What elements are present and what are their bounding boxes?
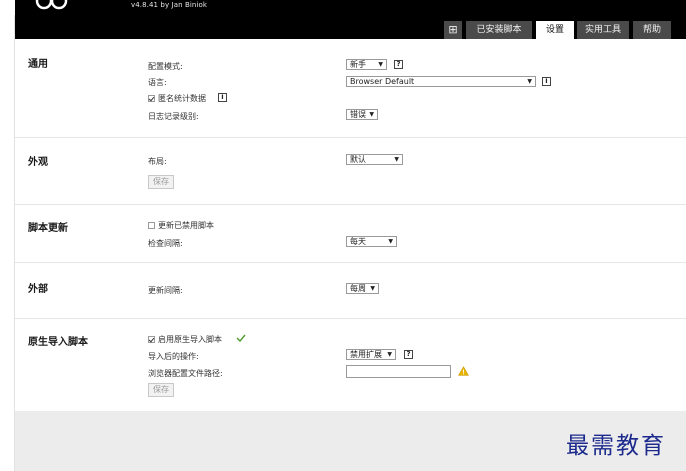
tab-bar: ⊞ 已安装脚本 设置 实用工具 帮助 bbox=[15, 15, 686, 39]
config-mode-label: 配置模式: bbox=[148, 62, 183, 71]
tampermonkey-logo-icon bbox=[35, 0, 68, 10]
after-import-select[interactable]: 禁用扩展 ▼ bbox=[346, 349, 396, 360]
checkmark-icon bbox=[236, 334, 246, 342]
tab-installed-scripts[interactable]: 已安装脚本 bbox=[466, 21, 532, 39]
tab-settings[interactable]: 设置 bbox=[536, 21, 574, 39]
update-disabled-checkbox[interactable] bbox=[148, 222, 155, 229]
profile-path-label: 浏览器配置文件路径: bbox=[148, 369, 223, 378]
language-select[interactable]: Browser Default ▼ bbox=[346, 76, 536, 87]
enable-native-import-checkbox-row[interactable]: 启用原生导入脚本 bbox=[148, 334, 222, 345]
anon-stats-label: 匿名统计数据 bbox=[158, 94, 206, 103]
help-icon[interactable]: ? bbox=[394, 60, 403, 69]
after-import-value: 禁用扩展 bbox=[350, 350, 382, 359]
enable-native-import-checkbox[interactable] bbox=[148, 336, 155, 343]
language-label: 语言: bbox=[148, 78, 167, 87]
chevron-down-icon: ▼ bbox=[394, 156, 399, 163]
section-divider bbox=[15, 137, 686, 138]
info-icon[interactable]: i bbox=[542, 77, 551, 86]
config-mode-select[interactable]: 新手 ▼ bbox=[346, 59, 387, 70]
enable-native-import-label: 启用原生导入脚本 bbox=[158, 335, 222, 344]
section-title-script-update: 脚本更新 bbox=[28, 223, 68, 234]
chevron-down-icon: ▼ bbox=[378, 61, 383, 68]
check-interval-value: 每天 bbox=[350, 237, 366, 246]
profile-path-input[interactable] bbox=[346, 365, 451, 378]
section-title-external: 外部 bbox=[28, 284, 48, 295]
section-divider bbox=[15, 262, 686, 263]
layout-value: 默认 bbox=[350, 155, 366, 164]
update-disabled-checkbox-row[interactable]: 更新已禁用脚本 bbox=[148, 220, 214, 231]
language-value: Browser Default bbox=[350, 77, 415, 86]
info-icon[interactable]: i bbox=[218, 93, 227, 102]
left-border bbox=[14, 15, 15, 471]
update-interval-label: 更新间隔: bbox=[148, 286, 183, 295]
anon-stats-checkbox[interactable] bbox=[148, 95, 155, 102]
config-mode-value: 新手 bbox=[350, 60, 366, 69]
check-interval-select[interactable]: 每天 ▼ bbox=[346, 236, 397, 247]
add-script-icon: ⊞ bbox=[448, 23, 458, 36]
chevron-down-icon: ▼ bbox=[369, 111, 374, 118]
section-divider bbox=[15, 318, 686, 319]
after-import-label: 导入后的操作: bbox=[148, 352, 199, 361]
log-level-label: 日志记录级别: bbox=[148, 112, 199, 121]
version-text: v4.8.41 by Jan Biniok bbox=[131, 1, 208, 9]
warning-icon bbox=[458, 366, 469, 376]
chevron-down-icon: ▼ bbox=[370, 285, 375, 292]
tab-help[interactable]: 帮助 bbox=[633, 21, 671, 39]
section-title-appearance: 外观 bbox=[28, 157, 48, 168]
log-level-select[interactable]: 错误 ▼ bbox=[346, 109, 378, 120]
save-button[interactable]: 保存 bbox=[148, 175, 174, 189]
update-interval-value: 每周 bbox=[350, 284, 366, 293]
watermark-logo: 最需教育 bbox=[566, 433, 666, 459]
check-interval-label: 检查间隔: bbox=[148, 239, 183, 248]
log-level-value: 错误 bbox=[350, 110, 366, 119]
save-button[interactable]: 保存 bbox=[148, 383, 174, 397]
update-disabled-label: 更新已禁用脚本 bbox=[158, 221, 214, 230]
tab-utilities[interactable]: 实用工具 bbox=[577, 21, 629, 39]
header-bar: v4.8.41 by Jan Biniok bbox=[15, 0, 686, 15]
anon-stats-checkbox-row[interactable]: 匿名统计数据 bbox=[148, 93, 206, 104]
section-title-general: 通用 bbox=[28, 59, 48, 70]
chevron-down-icon: ▼ bbox=[388, 238, 393, 245]
layout-label: 布局: bbox=[148, 157, 167, 166]
chevron-down-icon: ▼ bbox=[527, 78, 532, 85]
section-title-native-import: 原生导入脚本 bbox=[28, 337, 88, 348]
tab-add-script[interactable]: ⊞ bbox=[444, 21, 462, 39]
layout-select[interactable]: 默认 ▼ bbox=[346, 154, 403, 165]
chevron-down-icon: ▼ bbox=[387, 351, 392, 358]
section-divider bbox=[15, 204, 686, 205]
update-interval-select[interactable]: 每周 ▼ bbox=[346, 283, 379, 294]
help-icon[interactable]: ? bbox=[404, 350, 413, 359]
